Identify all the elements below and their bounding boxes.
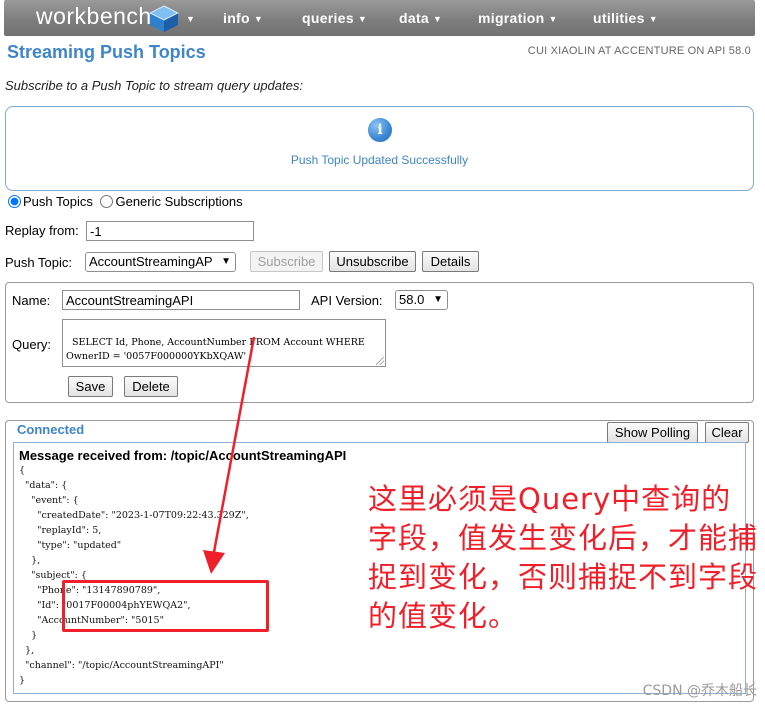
json-line: { <box>19 465 26 476</box>
api-version-selected: 58.0 <box>399 292 425 307</box>
name-label: Name: <box>12 293 51 308</box>
unsubscribe-button[interactable]: Unsubscribe <box>329 251 416 272</box>
radio-generic-subscriptions[interactable]: Generic Subscriptions <box>100 194 243 209</box>
chevron-down-icon: ▼ <box>433 294 443 305</box>
api-version-select[interactable]: 58.0 ▼ <box>395 290 448 310</box>
delete-button[interactable]: Delete <box>124 376 178 397</box>
info-icon: i <box>368 118 392 142</box>
cube-logo-icon <box>149 5 179 32</box>
save-button[interactable]: Save <box>68 376 113 397</box>
page-subtitle: Subscribe to a Push Topic to stream quer… <box>5 78 303 93</box>
json-line: "data": { <box>19 480 68 491</box>
json-line: }, <box>19 555 41 566</box>
message-header: Message received from: /topic/AccountStr… <box>19 448 347 463</box>
nav-chevron-icon[interactable]: ▼ <box>182 10 195 26</box>
subscribe-button[interactable]: Subscribe <box>250 251 323 272</box>
api-version-label: API Version: <box>311 293 383 308</box>
nav-utilities[interactable]: utilities ▼ <box>593 10 658 26</box>
top-navbar: workbench ▼ info ▼ queries ▼ data ▼ migrati… <box>4 0 755 36</box>
mode-radio-group: Push Topics Generic Subscriptions <box>8 194 247 209</box>
radio-push-topics[interactable]: Push Topics <box>8 194 93 209</box>
info-message-box: i Push Topic Updated Successfully <box>5 106 754 191</box>
json-line: "channel": "/topic/AccountStreamingAPI" <box>19 660 224 671</box>
info-message: Push Topic Updated Successfully <box>290 153 469 167</box>
query-text: SELECT Id, Phone, AccountNumber FROM Acc… <box>66 337 365 362</box>
json-line: "createdDate": "2023-1-07T09:22:43.329Z"… <box>19 510 249 521</box>
name-input[interactable] <box>62 290 300 310</box>
nav-info[interactable]: info ▼ <box>223 10 263 26</box>
clear-button[interactable]: Clear <box>705 422 749 443</box>
resize-handle-icon[interactable] <box>376 357 384 365</box>
replay-input[interactable] <box>86 221 254 241</box>
json-line: "event": { <box>19 495 79 506</box>
nav-queries[interactable]: queries ▼ <box>302 10 367 26</box>
chevron-down-icon: ▼ <box>548 14 558 24</box>
replay-label: Replay from: <box>5 223 79 238</box>
watermark: CSDN @乔木船长 <box>642 683 757 699</box>
json-line: }, <box>19 645 35 656</box>
user-info: CUI XIAOLIN AT ACCENTURE ON API 58.0 <box>527 45 751 57</box>
page-title: Streaming Push Topics <box>7 42 206 62</box>
annotation-text: 这里必须是Query中查询的字段，值发生变化后，才能捕捉到变化，否则捕捉不到字段… <box>368 482 759 633</box>
push-topic-select[interactable]: AccountStreamingAP ▼ <box>85 252 236 272</box>
chevron-down-icon: ▼ <box>648 14 658 24</box>
query-textarea[interactable]: SELECT Id, Phone, AccountNumber FROM Acc… <box>62 319 386 367</box>
chevron-down-icon: ▼ <box>221 256 231 267</box>
json-line: "replayId": 5, <box>19 525 102 536</box>
push-topic-label: Push Topic: <box>5 255 72 270</box>
workbench-logo[interactable]: workbench <box>36 3 152 30</box>
query-label: Query: <box>12 337 52 352</box>
show-polling-button[interactable]: Show Polling <box>607 422 698 443</box>
chevron-down-icon: ▼ <box>357 14 368 24</box>
connection-status: Connected <box>17 422 85 437</box>
json-line: "type": "updated" <box>19 540 122 551</box>
json-line: } <box>19 630 38 641</box>
chevron-down-icon: ▼ <box>253 14 264 24</box>
push-topic-selected: AccountStreamingAP <box>89 254 213 269</box>
radio-push-topics-input[interactable] <box>8 195 21 208</box>
json-line: } <box>19 675 26 686</box>
nav-migration[interactable]: migration ▼ <box>478 10 558 26</box>
details-button[interactable]: Details <box>422 251 479 272</box>
annotation-highlight-box <box>62 580 269 632</box>
chevron-down-icon: ▼ <box>433 14 443 24</box>
nav-data[interactable]: data ▼ <box>399 10 442 26</box>
radio-generic-input[interactable] <box>100 195 114 208</box>
